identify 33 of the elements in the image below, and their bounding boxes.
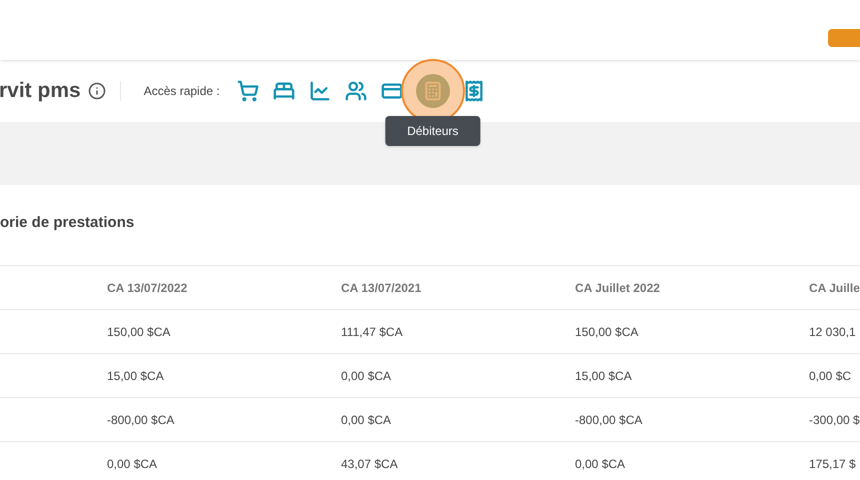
cart-button[interactable] bbox=[236, 79, 260, 103]
column-header: CA 13/07/2022 bbox=[107, 280, 188, 296]
cart-icon bbox=[236, 80, 259, 102]
table-cell-text: 175,17 $ bbox=[809, 456, 857, 472]
table-cell-text: -300,00 $ bbox=[809, 412, 860, 428]
receipt-icon bbox=[462, 80, 485, 102]
column-header: CA Juillet 2022 bbox=[575, 280, 661, 296]
table-cell-text: 12 030,1 bbox=[809, 324, 857, 340]
table-cell-text: 0,00 $CA bbox=[341, 412, 392, 428]
table-cell-text: 0,00 $CA bbox=[341, 368, 392, 384]
users-button[interactable] bbox=[344, 79, 368, 103]
table-cell-text: 0,00 $CA bbox=[575, 456, 626, 472]
table-cell-text: 150,00 $CA bbox=[575, 324, 640, 340]
column-header: CA Juille bbox=[809, 280, 860, 296]
table-cell-text: -800,00 $CA bbox=[107, 412, 176, 428]
quick-access-label: Accès rapide : bbox=[144, 83, 220, 100]
table-cell-text: 15,00 $CA bbox=[575, 368, 633, 384]
page-title: rvit pms bbox=[0, 78, 81, 104]
table-cell-text: 150,00 $CA bbox=[107, 324, 172, 340]
tooltip: Débiteurs bbox=[385, 116, 480, 146]
info-icon[interactable] bbox=[88, 82, 106, 100]
section-title: orie de prestations bbox=[0, 213, 134, 234]
table-cell-text: -800,00 $CA bbox=[575, 412, 644, 428]
chart-icon bbox=[308, 80, 331, 102]
table-cell-text: 43,07 $CA bbox=[341, 456, 399, 472]
table-cell-text: 111,47 $CA bbox=[341, 324, 404, 340]
table-cell-text: 0,00 $CA bbox=[107, 456, 158, 472]
chart-button[interactable] bbox=[308, 79, 332, 103]
users-icon bbox=[344, 80, 367, 102]
column-header: CA 13/07/2021 bbox=[341, 280, 422, 296]
table-cell-text: 15,00 $CA bbox=[107, 368, 165, 384]
bed-icon bbox=[272, 80, 295, 102]
table-cell-text: 0,00 $C bbox=[809, 368, 852, 384]
